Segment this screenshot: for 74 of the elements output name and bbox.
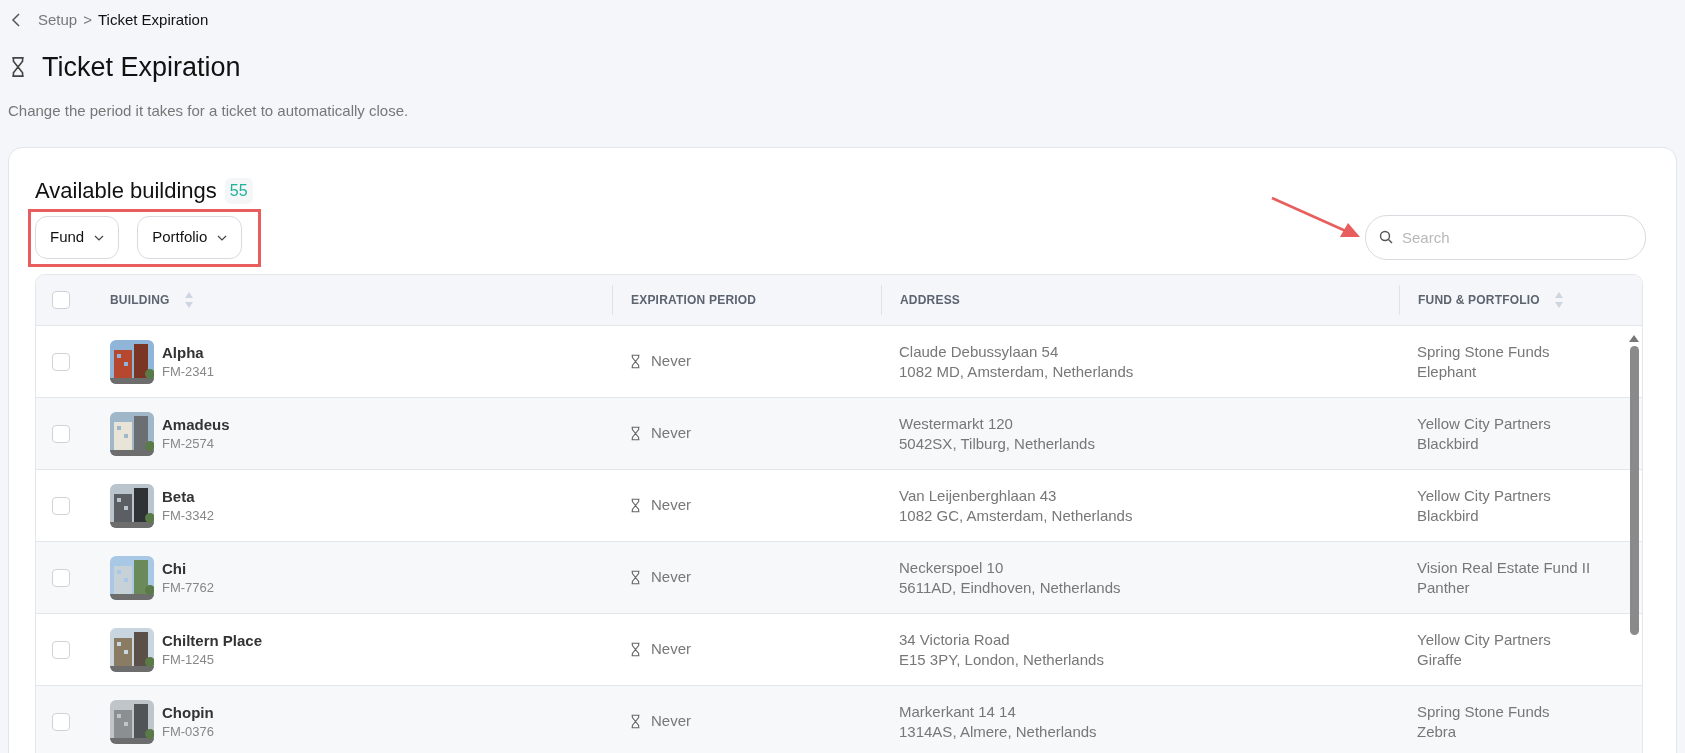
expiration-value: Never [651, 711, 691, 732]
address-line: Claude Debussylaan 54 [899, 341, 1060, 362]
building-name: Chopin [162, 702, 215, 723]
hourglass-icon [630, 354, 641, 369]
building-name: Alpha [162, 342, 205, 363]
fund-name: Spring Stone Funds [1417, 701, 1551, 722]
expiration-value: Never [651, 639, 691, 660]
scroll-up-icon[interactable] [1629, 335, 1639, 342]
portfolio-name: Blackbird [1417, 505, 1480, 526]
checkbox[interactable] [52, 568, 70, 587]
hourglass-icon [630, 426, 641, 441]
column-header[interactable]: FUND & PORTFOLIO [1418, 291, 1540, 309]
address-line: Van Leijenberghlaan 43 [899, 485, 1058, 506]
portfolio-name: Panther [1417, 577, 1471, 598]
address-line: Westermarkt 120 [899, 413, 1014, 434]
building-name: Beta [162, 486, 196, 507]
section-title: Available buildings [35, 177, 217, 205]
portfolio-name: Blackbird [1417, 433, 1480, 454]
search-field[interactable]: Search [1365, 215, 1646, 260]
fund-name: Yellow City Partners [1417, 629, 1552, 650]
breadcrumb-link[interactable]: Setup [38, 8, 78, 32]
building-code: FM-0376 [162, 722, 215, 741]
scrollbar-thumb[interactable] [1629, 346, 1639, 635]
filter-dropdown[interactable]: Portfolio [137, 216, 243, 259]
building-code: FM-2574 [162, 434, 216, 453]
column-header[interactable]: EXPIRATION PERIOD [631, 291, 757, 309]
building-name: Chiltern Place [162, 630, 263, 651]
fund-name: Vision Real Estate Fund II [1417, 557, 1592, 578]
address-line: 1082 MD, Amsterdam, Netherlands [899, 361, 1135, 382]
search-icon [1379, 230, 1393, 244]
column-header[interactable]: ADDRESS [900, 291, 961, 309]
checkbox[interactable] [52, 352, 70, 371]
breadcrumb-current: Ticket Expiration [97, 9, 209, 30]
fund-name: Yellow City Partners [1417, 413, 1552, 434]
sort-icon[interactable] [183, 291, 194, 309]
address-line: 5042SX, Tilburg, Netherlands [899, 433, 1096, 454]
expiration-value: Never [651, 351, 691, 372]
checkbox[interactable] [52, 424, 70, 443]
building-code: FM-7762 [162, 578, 215, 597]
portfolio-name: Elephant [1417, 361, 1478, 382]
address-line: 34 Victoria Road [899, 629, 1011, 650]
page-description: Change the period it takes for a ticket to automatically close. [7, 101, 410, 121]
hourglass-icon [630, 570, 641, 585]
address-line: E15 3PY, London, Netherlands [899, 649, 1105, 670]
building-name: Amadeus [162, 414, 230, 435]
fund-name: Spring Stone Funds [1417, 341, 1551, 362]
fund-name: Yellow City Partners [1417, 485, 1552, 506]
address-line: Markerkant 14 14 [899, 701, 1017, 722]
checkbox[interactable] [52, 291, 70, 309]
checkbox[interactable] [52, 640, 70, 659]
page-title: Ticket Expiration [42, 50, 241, 84]
building-code: FM-1245 [162, 650, 216, 669]
hourglass-icon [10, 56, 26, 78]
address-line: Neckerspoel 10 [899, 557, 1005, 578]
breadcrumb-separator: > [83, 9, 92, 30]
filter-dropdown[interactable]: Fund [35, 216, 120, 259]
checkbox[interactable] [52, 712, 70, 731]
building-code: FM-3342 [162, 506, 215, 525]
expiration-value: Never [651, 567, 691, 588]
expiration-value: Never [651, 423, 691, 444]
address-line: 5611AD, Eindhoven, Netherlands [899, 577, 1122, 598]
portfolio-name: Giraffe [1417, 649, 1463, 670]
sort-icon[interactable] [1553, 291, 1564, 309]
building-code: FM-2341 [162, 362, 215, 381]
hourglass-icon [630, 642, 641, 657]
hourglass-icon [630, 714, 641, 729]
checkbox[interactable] [52, 496, 70, 515]
address-line: 1314AS, Almere, Netherlands [899, 721, 1098, 742]
building-name: Chi [162, 558, 188, 579]
address-line: 1082 GC, Amsterdam, Netherlands [899, 505, 1134, 526]
hourglass-icon [630, 498, 641, 513]
column-header[interactable]: BUILDING [110, 291, 170, 309]
expiration-value: Never [651, 495, 691, 516]
portfolio-name: Zebra [1417, 721, 1458, 742]
